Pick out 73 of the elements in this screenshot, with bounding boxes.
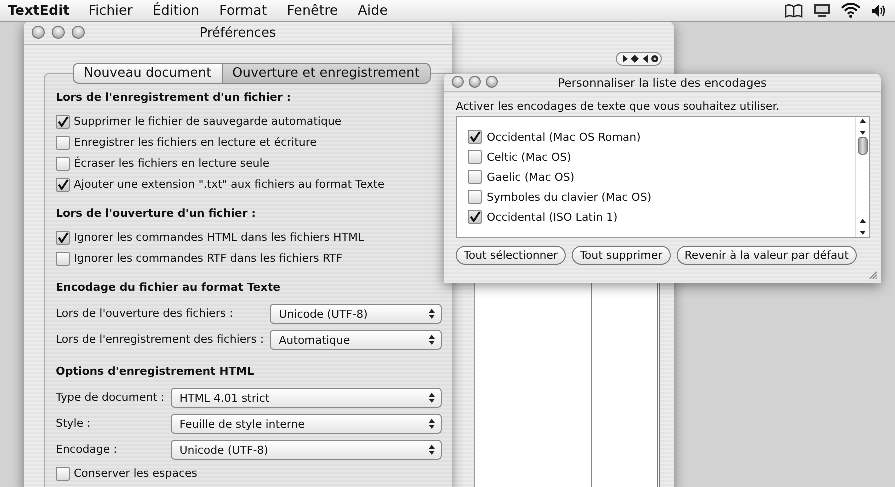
- checkbox[interactable]: [56, 114, 70, 128]
- scroll-thumb[interactable]: [858, 137, 868, 155]
- checkbox[interactable]: [468, 130, 482, 144]
- field-label: Encodage :: [56, 442, 118, 458]
- dialog-title: Personnaliser la liste des encodages: [558, 76, 767, 90]
- up-down-arrows-icon: [428, 392, 436, 404]
- window-title: Préférences: [200, 26, 276, 40]
- menu-item[interactable]: Fenêtre: [287, 2, 338, 18]
- zoom-button[interactable]: [72, 26, 85, 39]
- up-down-arrows-icon: [428, 308, 436, 320]
- up-down-arrows-icon: [428, 418, 436, 430]
- field-label: Lors de l'ouverture des fichiers :: [56, 306, 234, 322]
- menu-item[interactable]: Fichier: [88, 2, 133, 18]
- popup-menu[interactable]: Feuille de style interne: [170, 414, 442, 434]
- checkbox-label: Écraser les fichiers en lecture seule: [74, 157, 270, 170]
- checkbox[interactable]: [468, 190, 482, 204]
- checkbox[interactable]: [56, 178, 70, 192]
- close-button[interactable]: [32, 26, 45, 39]
- section-heading: Encodage du fichier au format Texte: [56, 281, 282, 296]
- push-button[interactable]: Revenir à la valeur par défaut: [676, 246, 857, 265]
- encoding-label: Occidental (Mac OS Roman): [487, 130, 641, 144]
- checkbox[interactable]: [468, 170, 482, 184]
- encoding-label: Occidental (ISO Latin 1): [487, 210, 618, 224]
- resize-grip-icon[interactable]: [868, 270, 878, 280]
- text-controls-drawing[interactable]: [616, 52, 662, 66]
- checkbox-label: Ignorer les commandes RTF dans les fichiers RTF: [74, 252, 343, 265]
- checkbox[interactable]: [468, 150, 482, 164]
- minimize-button[interactable]: [52, 26, 65, 39]
- up-down-arrows-icon: [428, 444, 436, 456]
- zoom-button[interactable]: [486, 76, 498, 88]
- checkbox[interactable]: [56, 252, 70, 266]
- checkbox[interactable]: [56, 156, 70, 170]
- app-menu[interactable]: TextEdit: [8, 2, 70, 18]
- book-icon[interactable]: [785, 4, 803, 18]
- field-label: Lors de l'enregistrement des fichiers :: [56, 332, 264, 348]
- push-button[interactable]: Tout supprimer: [572, 246, 671, 265]
- popup-menu[interactable]: Unicode (UTF-8): [170, 440, 442, 460]
- scroll-bar[interactable]: [855, 117, 869, 237]
- wifi-icon[interactable]: [841, 3, 861, 18]
- encoding-label: Symboles du clavier (Mac OS): [487, 190, 652, 204]
- checkbox-label: Enregistrer les fichiers en lecture et écriture: [74, 136, 317, 149]
- display-icon[interactable]: [813, 3, 831, 18]
- section-heading: Lors de l'enregistrement d'un fichier :: [56, 91, 292, 106]
- push-button[interactable]: Tout sélectionner: [456, 246, 566, 265]
- menu-item[interactable]: Aide: [358, 2, 388, 18]
- instruction-text: Activer les encodages de texte que vous souhaitez utiliser.: [456, 100, 781, 115]
- section-heading: Lors de l'ouverture d'un fichier :: [56, 207, 258, 222]
- checkbox-label: Ignorer les commandes HTML dans les fichiers HTML: [74, 231, 364, 244]
- minimize-button[interactable]: [469, 76, 481, 88]
- field-label: Style :: [56, 416, 92, 432]
- encoding-label: Celtic (Mac OS): [487, 150, 572, 164]
- checkbox[interactable]: [56, 466, 70, 480]
- tab[interactable]: Ouverture et enregistrement: [222, 63, 431, 84]
- popup-menu[interactable]: HTML 4.01 strict: [170, 388, 442, 408]
- checkbox[interactable]: [56, 230, 70, 244]
- field-label: Type de document :: [56, 390, 165, 406]
- checkbox[interactable]: [56, 136, 70, 150]
- popup-menu[interactable]: Unicode (UTF-8): [270, 304, 442, 324]
- scroll-arrows-icon[interactable]: [858, 117, 866, 137]
- checkbox[interactable]: [468, 210, 482, 224]
- encoding-label: Gaelic (Mac OS): [487, 170, 575, 184]
- speaker-icon[interactable]: [871, 4, 887, 18]
- close-button[interactable]: [452, 76, 464, 88]
- menu-item[interactable]: Édition: [152, 2, 200, 18]
- checkbox-label: Supprimer le fichier de sauvegarde automatique: [74, 115, 342, 128]
- scroll-arrows-icon[interactable]: [858, 217, 866, 237]
- popup-menu[interactable]: Automatique: [270, 330, 442, 350]
- section-heading: Options d'enregistrement HTML: [56, 365, 256, 380]
- up-down-arrows-icon: [428, 334, 436, 346]
- checkbox-label: Ajouter une extension ".txt" aux fichiers au format Texte: [74, 178, 385, 191]
- checkbox-label: Conserver les espaces: [74, 467, 198, 480]
- menu-item[interactable]: Format: [220, 2, 268, 18]
- tab[interactable]: Nouveau document: [73, 63, 222, 84]
